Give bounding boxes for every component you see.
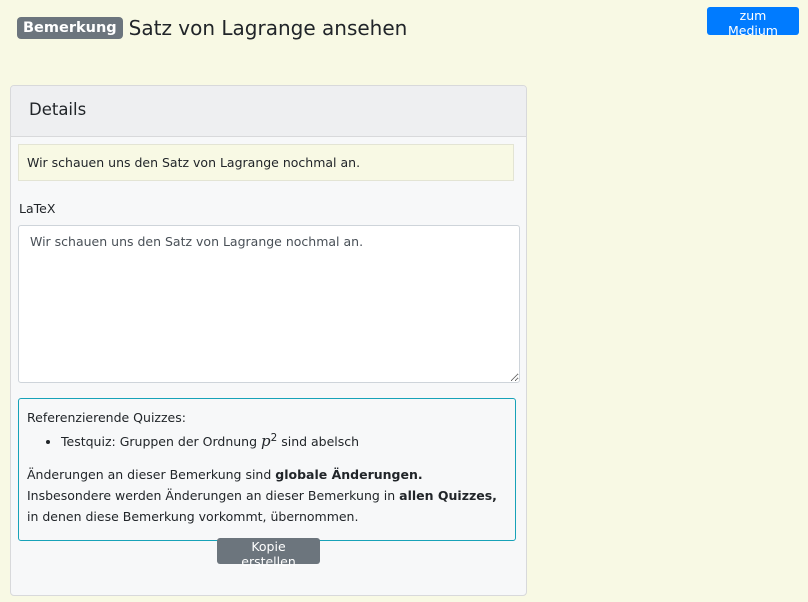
math-p: p xyxy=(261,432,271,451)
quizzes-heading: Referenzierende Quizzes: xyxy=(27,410,186,425)
notice-bold: allen Quizzes, xyxy=(399,488,497,504)
notice-text: in denen diese Bemerkung vorkommt, übern… xyxy=(27,509,359,525)
details-card: Details Wir schauen uns den Satz von Lag… xyxy=(10,85,527,596)
card-header: Details xyxy=(11,86,526,137)
create-copy-button[interactable]: Kopie erstellen xyxy=(217,538,320,569)
to-medium-button[interactable]: zum Medium xyxy=(707,7,799,38)
type-badge: Bemerkung xyxy=(17,17,123,39)
quiz-text: Testquiz: Gruppen der Ordnung xyxy=(61,434,261,450)
global-change-notice: Änderungen an dieser Bemerkung sind glob… xyxy=(27,464,507,527)
page-title: Satz von Lagrange ansehen xyxy=(128,16,408,40)
quiz-item: Testquiz: Gruppen der Ordnung p2 sind ab… xyxy=(61,428,507,452)
info-box: Referenzierende Quizzes: Testquiz: Grupp… xyxy=(18,398,516,541)
latex-textarea[interactable]: Wir schauen uns den Satz von Lagrange no… xyxy=(18,225,520,383)
notice-text: Änderungen an dieser Bemerkung sind xyxy=(27,467,276,483)
page-heading: Bemerkung Satz von Lagrange ansehen xyxy=(17,16,407,40)
rendered-preview: Wir schauen uns den Satz von Lagrange no… xyxy=(18,144,514,181)
quiz-text-suffix: sind abelsch xyxy=(277,434,360,450)
notice-bold: globale Änderungen. xyxy=(275,467,423,483)
latex-label: LaTeX xyxy=(19,201,56,216)
quiz-list: Testquiz: Gruppen der Ordnung p2 sind ab… xyxy=(27,428,507,452)
notice-text: Insbesondere werden Änderungen an dieser… xyxy=(27,488,400,504)
